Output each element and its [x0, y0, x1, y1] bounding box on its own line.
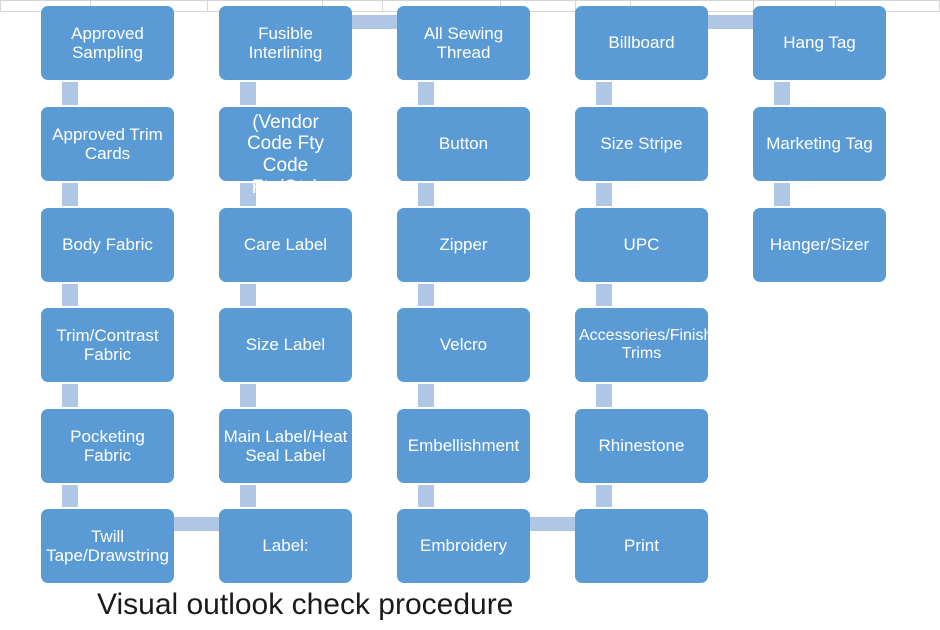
flowchart-node[interactable]: Size Label	[219, 308, 352, 382]
flowchart-node[interactable]: Hang Tag	[753, 6, 886, 80]
flowchart-node[interactable]: Twill Tape/Drawstring	[41, 509, 174, 583]
connector-vertical	[596, 183, 612, 206]
flowchart-node-label: Embroidery	[420, 536, 507, 556]
grid-vertical-line	[382, 0, 383, 12]
flowchart-node[interactable]: Care Label	[219, 208, 352, 282]
flowchart-node[interactable]: Body Fabric	[41, 208, 174, 282]
connector-vertical	[418, 284, 434, 306]
connector-vertical	[418, 384, 434, 407]
flowchart-node-label: Zipper	[439, 235, 488, 255]
flowchart-node-label: Hang Tag	[783, 33, 856, 53]
flowchart-node-label: Rhinestone	[598, 436, 685, 456]
flowchart-node[interactable]: Print	[575, 509, 708, 583]
connector-vertical	[240, 284, 256, 306]
flowchart-node-label: Approved Trim Cards	[52, 124, 163, 163]
connector-vertical	[596, 384, 612, 407]
flowchart-node[interactable]: Accessories/Finishing Trims	[575, 308, 734, 382]
flowchart-node[interactable]: Main Label/Heat Seal Label	[219, 409, 352, 483]
connector-vertical	[240, 384, 256, 407]
flowchart-node-label: Button	[438, 134, 489, 154]
grid-vertical-line	[0, 0, 1, 12]
flowchart-node[interactable]: Size Stripe	[575, 107, 708, 181]
flowchart-node-label: Hanger/Sizer	[769, 235, 870, 255]
connector-vertical	[418, 485, 434, 507]
flowchart-node[interactable]: UPC	[575, 208, 708, 282]
flowchart-node[interactable]: Approved Trim Cards	[41, 107, 174, 181]
flowchart-node[interactable]: Embroidery	[397, 509, 530, 583]
flowchart-node[interactable]: Zipper	[397, 208, 530, 282]
flowchart-node[interactable]: Marketing Tag	[753, 107, 886, 181]
connector-horizontal	[708, 15, 755, 29]
flowchart-node-label: Billboard	[608, 33, 675, 53]
flowchart-node-label: Body Fabric	[62, 235, 153, 255]
flowchart-node-label: Velcro	[439, 335, 488, 355]
flowchart-node-label: All Sewing Thread	[423, 23, 504, 62]
flowchart-node[interactable]: Trim/Contrast Fabric	[41, 308, 174, 382]
connector-vertical	[596, 485, 612, 507]
flowchart-node[interactable]: All Sewing Thread	[397, 6, 530, 80]
flowchart-node[interactable]: Label (Vendor Code Fty Code Fty/Qty)	[219, 90, 352, 197]
flowchart-node[interactable]: Label:	[219, 509, 352, 583]
flowchart-node-label: Main Label/Heat Seal Label	[223, 426, 348, 465]
connector-vertical	[418, 183, 434, 206]
flowchart-node-label: Care Label	[243, 235, 328, 255]
flowchart-node-label: Embellishment	[407, 436, 520, 456]
flowchart-node-label: Print	[624, 536, 659, 556]
connector-vertical	[774, 183, 790, 206]
flowchart-node[interactable]: Pocketing Fabric	[41, 409, 174, 483]
flowchart-node-label: Twill Tape/Drawstring	[46, 526, 169, 565]
flowchart-node-label: Size Label	[245, 335, 326, 355]
flowchart-node-label: UPC	[623, 235, 660, 255]
flowchart-node-label: Label:	[262, 536, 309, 556]
flowchart-node[interactable]: Velcro	[397, 308, 530, 382]
connector-horizontal	[174, 517, 220, 531]
connector-horizontal	[352, 15, 399, 29]
connector-vertical	[596, 82, 612, 105]
flowchart-node[interactable]: Button	[397, 107, 530, 181]
connector-vertical	[774, 82, 790, 105]
flowchart-node-label: Marketing Tag	[766, 134, 873, 154]
flowchart-node[interactable]: Billboard	[575, 6, 708, 80]
flowchart-node[interactable]: Embellishment	[397, 409, 530, 483]
connector-vertical	[240, 485, 256, 507]
connector-vertical	[62, 183, 78, 206]
flowchart-node-label: Label (Vendor Code Fty Code Fty/Qty)	[246, 89, 325, 198]
flowchart-node-label: Fusible Interlining	[248, 23, 323, 62]
flowchart-node[interactable]: Approved Sampling	[41, 6, 174, 80]
connector-vertical	[62, 485, 78, 507]
flowchart-node-label: Trim/Contrast Fabric	[56, 325, 159, 364]
connector-vertical	[62, 384, 78, 407]
flowchart-node[interactable]: Fusible Interlining	[219, 6, 352, 80]
grid-horizontal-line	[0, 0, 940, 1]
grid-vertical-line	[207, 0, 208, 12]
flowchart-canvas: Approved Sampling Approved Trim Cards Body…	[0, 0, 940, 630]
flowchart-node[interactable]: Rhinestone	[575, 409, 708, 483]
connector-vertical	[596, 284, 612, 306]
connector-horizontal	[530, 517, 576, 531]
flowchart-node-label: Approved Sampling	[71, 23, 144, 62]
connector-vertical	[418, 82, 434, 105]
flowchart-node-label: Accessories/Finishing Trims	[579, 326, 734, 362]
connector-vertical	[62, 284, 78, 306]
flowchart-node[interactable]: Hanger/Sizer	[753, 208, 886, 282]
flowchart-node-label: Size Stripe	[600, 134, 683, 154]
flowchart-node-label: Pocketing Fabric	[70, 426, 145, 465]
connector-vertical	[62, 82, 78, 105]
page-title: Visual outlook check procedure	[97, 588, 514, 621]
